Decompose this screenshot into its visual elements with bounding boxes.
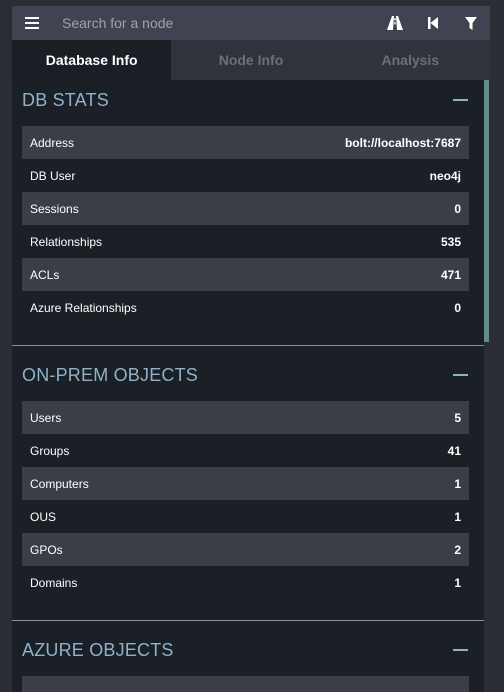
minus-icon — [452, 99, 468, 101]
object-count: 2 — [454, 542, 461, 557]
object-count: 1 — [454, 575, 461, 590]
object-row-groups: Groups 41 — [22, 434, 469, 467]
stat-value: bolt://localhost:7687 — [344, 135, 461, 150]
objects-list — [22, 676, 469, 692]
tab-bar: Database Info Node Info Analysis — [12, 40, 490, 80]
tab-analysis[interactable]: Analysis — [331, 40, 490, 80]
object-row-users: Users 5 — [22, 401, 469, 434]
back-button[interactable] — [414, 6, 452, 40]
section-header: DB STATS — [12, 80, 484, 120]
db-stats-section: DB STATS Address bolt://localhost:7687 D… — [12, 80, 484, 346]
stat-value: 471 — [440, 267, 461, 282]
minus-icon — [452, 649, 468, 651]
on-prem-objects-section: ON-PREM OBJECTS Users 5 Groups 41 Comput… — [12, 355, 484, 621]
object-label: Domains — [30, 575, 78, 590]
section-header: ON-PREM OBJECTS — [12, 355, 484, 395]
azure-objects-section: AZURE OBJECTS — [12, 630, 484, 692]
object-label: GPOs — [30, 542, 63, 557]
database-info-panel[interactable]: DB STATS Address bolt://localhost:7687 D… — [12, 80, 484, 692]
object-count: 5 — [454, 410, 461, 425]
app-window: Database Info Node Info Analysis DB STAT… — [0, 0, 504, 692]
objects-list: Users 5 Groups 41 Computers 1 OUS 1 GPOs — [22, 401, 469, 599]
stat-label: Relationships — [30, 234, 103, 249]
collapse-button[interactable] — [452, 642, 468, 658]
scrollbar-thumb[interactable] — [484, 80, 489, 342]
object-label: Users — [30, 410, 62, 425]
object-row-gpos: GPOs 2 — [22, 533, 469, 566]
section-title: AZURE OBJECTS — [22, 639, 174, 660]
stat-value: 535 — [440, 234, 461, 249]
minus-icon — [452, 374, 468, 376]
object-label: Groups — [30, 443, 70, 458]
stat-value: 0 — [454, 300, 461, 315]
stat-label: DB User — [30, 168, 76, 183]
road-icon — [387, 16, 403, 30]
stat-label: Sessions — [30, 201, 79, 216]
stat-label: Address — [30, 135, 75, 150]
object-row-ous: OUS 1 — [22, 500, 469, 533]
object-row-partial — [22, 676, 469, 692]
filter-button[interactable] — [452, 6, 490, 40]
section-title: ON-PREM OBJECTS — [22, 364, 199, 385]
section-divider — [12, 345, 484, 346]
object-row-domains: Domains 1 — [22, 566, 469, 599]
object-label: OUS — [30, 509, 57, 524]
object-label: Computers — [30, 476, 89, 491]
step-backward-icon — [428, 17, 438, 29]
stat-row-sessions: Sessions 0 — [22, 192, 469, 225]
menu-button[interactable] — [12, 6, 52, 40]
object-count: 1 — [454, 509, 461, 524]
section-divider — [12, 620, 484, 621]
tab-database-info[interactable]: Database Info — [12, 40, 172, 80]
stat-label: ACLs — [30, 267, 60, 282]
filter-icon — [465, 16, 477, 30]
collapse-button[interactable] — [452, 92, 468, 108]
stat-row-relationships: Relationships 535 — [22, 225, 469, 258]
tab-node-info[interactable]: Node Info — [171, 40, 330, 80]
stat-row-acls: ACLs 471 — [22, 258, 469, 291]
stat-row-db-user: DB User neo4j — [22, 159, 469, 192]
stat-value: neo4j — [429, 168, 461, 183]
stat-value: 0 — [454, 201, 461, 216]
object-count: 1 — [454, 476, 461, 491]
stat-row-azure-relationships: Azure Relationships 0 — [22, 291, 469, 324]
search-bar — [12, 6, 490, 40]
section-header: AZURE OBJECTS — [12, 630, 484, 670]
stat-label: Azure Relationships — [30, 300, 137, 315]
collapse-button[interactable] — [452, 367, 468, 383]
menu-icon — [25, 17, 39, 29]
section-title: DB STATS — [22, 89, 109, 110]
object-row-computers: Computers 1 — [22, 467, 469, 500]
pathfinding-button[interactable] — [376, 6, 414, 40]
object-count: 41 — [447, 443, 461, 458]
stats-list: Address bolt://localhost:7687 DB User ne… — [22, 126, 469, 324]
search-input[interactable] — [52, 6, 376, 40]
stat-row-address: Address bolt://localhost:7687 — [22, 126, 469, 159]
